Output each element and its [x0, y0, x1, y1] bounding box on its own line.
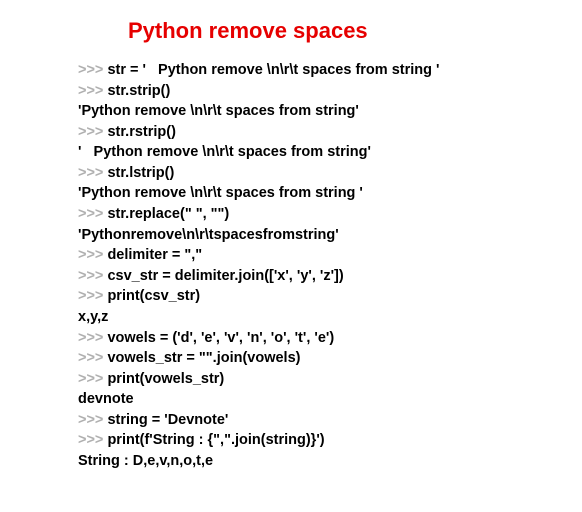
- code-text: str.strip(): [107, 83, 170, 99]
- code-line: 'Python remove \n\r\t spaces from string…: [78, 101, 552, 122]
- code-text: 'Python remove \n\r\t spaces from string…: [78, 185, 363, 201]
- code-text: str.replace(" ", ""): [107, 206, 229, 222]
- code-line: String : D,e,v,n,o,t,e: [78, 451, 552, 472]
- code-line: >>> delimiter = ",": [78, 245, 552, 266]
- repl-prompt: >>>: [78, 268, 107, 284]
- code-line: >>> str.replace(" ", ""): [78, 204, 552, 225]
- repl-prompt: >>>: [78, 165, 107, 181]
- code-line: >>> vowels = ('d', 'e', 'v', 'n', 'o', '…: [78, 328, 552, 349]
- code-line: >>> csv_str = delimiter.join(['x', 'y', …: [78, 266, 552, 287]
- code-text: delimiter = ",": [107, 247, 202, 263]
- code-line: >>> str = ' Python remove \n\r\t spaces …: [78, 60, 552, 81]
- code-line: >>> print(csv_str): [78, 286, 552, 307]
- repl-prompt: >>>: [78, 350, 107, 366]
- repl-prompt: >>>: [78, 206, 107, 222]
- code-line: >>> str.rstrip(): [78, 122, 552, 143]
- code-text: 'Python remove \n\r\t spaces from string…: [78, 103, 359, 119]
- code-line: >>> print(vowels_str): [78, 369, 552, 390]
- repl-prompt: >>>: [78, 288, 107, 304]
- repl-prompt: >>>: [78, 247, 107, 263]
- code-text: print(csv_str): [107, 288, 200, 304]
- code-text: vowels_str = "".join(vowels): [107, 350, 300, 366]
- code-text: String : D,e,v,n,o,t,e: [78, 453, 213, 469]
- repl-prompt: >>>: [78, 432, 107, 448]
- repl-prompt: >>>: [78, 412, 107, 428]
- code-text: csv_str = delimiter.join(['x', 'y', 'z']…: [107, 268, 343, 284]
- code-text: string = 'Devnote': [107, 412, 228, 428]
- repl-prompt: >>>: [78, 83, 107, 99]
- repl-prompt: >>>: [78, 62, 107, 78]
- code-line: >>> vowels_str = "".join(vowels): [78, 348, 552, 369]
- code-text: x,y,z: [78, 309, 108, 325]
- code-line: 'Python remove \n\r\t spaces from string…: [78, 183, 552, 204]
- code-line: ' Python remove \n\r\t spaces from strin…: [78, 142, 552, 163]
- repl-prompt: >>>: [78, 330, 107, 346]
- code-text: vowels = ('d', 'e', 'v', 'n', 'o', 't', …: [107, 330, 334, 346]
- code-line: devnote: [78, 389, 552, 410]
- code-line: >>> str.strip(): [78, 81, 552, 102]
- code-text: str.lstrip(): [107, 165, 174, 181]
- repl-prompt: >>>: [78, 371, 107, 387]
- repl-prompt: >>>: [78, 124, 107, 140]
- code-text: ' Python remove \n\r\t spaces from strin…: [78, 144, 371, 160]
- code-line: 'Pythonremove\n\r\tspacesfromstring': [78, 225, 552, 246]
- code-text: str.rstrip(): [107, 124, 176, 140]
- code-line: >>> string = 'Devnote': [78, 410, 552, 431]
- code-block: >>> str = ' Python remove \n\r\t spaces …: [0, 60, 582, 472]
- code-text: print(vowels_str): [107, 371, 224, 387]
- code-line: x,y,z: [78, 307, 552, 328]
- code-text: devnote: [78, 391, 134, 407]
- page-title: Python remove spaces: [0, 18, 582, 44]
- code-line: >>> str.lstrip(): [78, 163, 552, 184]
- code-text: str = ' Python remove \n\r\t spaces from…: [107, 62, 439, 78]
- code-text: print(f'String : {",".join(string)}'): [107, 432, 324, 448]
- code-text: 'Pythonremove\n\r\tspacesfromstring': [78, 227, 339, 243]
- code-line: >>> print(f'String : {",".join(string)}'…: [78, 430, 552, 451]
